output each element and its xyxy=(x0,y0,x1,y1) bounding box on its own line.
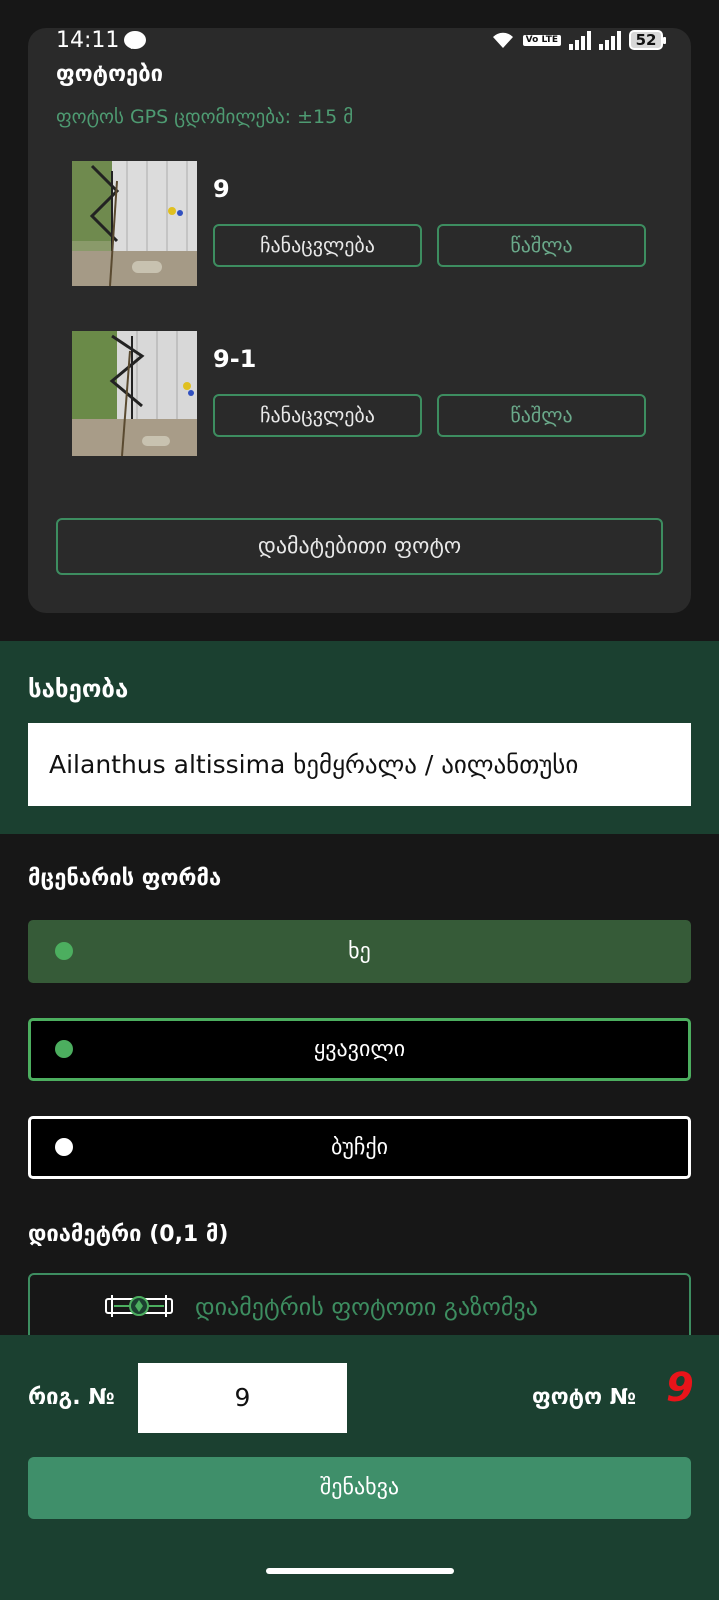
radio-dot-icon xyxy=(55,942,73,960)
ruler-tree-icon xyxy=(104,1289,174,1321)
battery-icon: 52 xyxy=(629,30,666,50)
status-icons: Vo LTE 52 xyxy=(491,30,666,50)
chat-notification-icon xyxy=(124,31,146,49)
photos-card: ფოტოები ფოტოს GPS ცდომილება: ±15 მ 9 ჩან… xyxy=(28,28,691,613)
radio-dot-icon xyxy=(55,1040,73,1058)
photo-number-label: ფოტო № xyxy=(532,1385,637,1410)
delete-photo-button[interactable]: წაშლა xyxy=(437,224,646,267)
photos-title: ფოტოები xyxy=(56,62,163,87)
plant-form-option-flower[interactable]: ყვავილი xyxy=(28,1018,691,1081)
photo-item: 9-1 ჩანაცვლება წაშლა xyxy=(72,331,652,456)
photo-name: 9 xyxy=(213,175,230,203)
photo-number-value: 9 xyxy=(666,1365,694,1411)
photo-name: 9-1 xyxy=(213,345,257,373)
bottom-bar: რიგ. № 9 ფოტო № 9 შენახვა xyxy=(0,1335,719,1600)
save-button[interactable]: შენახვა xyxy=(28,1457,691,1519)
home-indicator[interactable] xyxy=(266,1568,454,1574)
volte-icon: Vo LTE xyxy=(522,34,561,46)
replace-photo-button[interactable]: ჩანაცვლება xyxy=(213,224,422,267)
measure-diameter-label: დიამეტრის ფოტოთი გაზომვა xyxy=(195,1293,538,1321)
species-section: სახეობა Ailanthus altissima ხემყრალა / ა… xyxy=(0,641,719,834)
plant-form-label: მცენარის ფორმა xyxy=(28,866,222,891)
option-label: ხე xyxy=(348,939,371,964)
option-label: ბუჩქი xyxy=(330,1135,389,1160)
gps-accuracy: ფოტოს GPS ცდომილება: ±15 მ xyxy=(56,106,354,128)
plant-form-option-shrub[interactable]: ბუჩქი xyxy=(28,1116,691,1179)
status-time: 14:11 xyxy=(56,28,120,53)
signal-icon-1 xyxy=(569,30,591,50)
radio-dot-icon xyxy=(55,1138,73,1156)
option-label: ყვავილი xyxy=(313,1037,406,1062)
wifi-icon xyxy=(491,31,515,49)
delete-photo-button[interactable]: წაშლა xyxy=(437,394,646,437)
signal-icon-2 xyxy=(599,30,621,50)
plant-form-option-tree[interactable]: ხე xyxy=(28,920,691,983)
photo-thumbnail[interactable] xyxy=(72,331,197,456)
status-bar: 14:11 Vo LTE 52 xyxy=(0,0,719,60)
photo-thumbnail[interactable] xyxy=(72,161,197,286)
photo-item: 9 ჩანაცვლება წაშლა xyxy=(72,161,652,286)
row-number-label: რიგ. № xyxy=(28,1385,115,1410)
row-number-input[interactable]: 9 xyxy=(138,1363,347,1433)
species-label: სახეობა xyxy=(28,675,129,703)
replace-photo-button[interactable]: ჩანაცვლება xyxy=(213,394,422,437)
add-photo-button[interactable]: დამატებითი ფოტო xyxy=(56,518,663,575)
species-field[interactable]: Ailanthus altissima ხემყრალა / აილანთუსი xyxy=(28,723,691,806)
diameter-label: დიამეტრი (0,1 მ) xyxy=(28,1222,229,1247)
